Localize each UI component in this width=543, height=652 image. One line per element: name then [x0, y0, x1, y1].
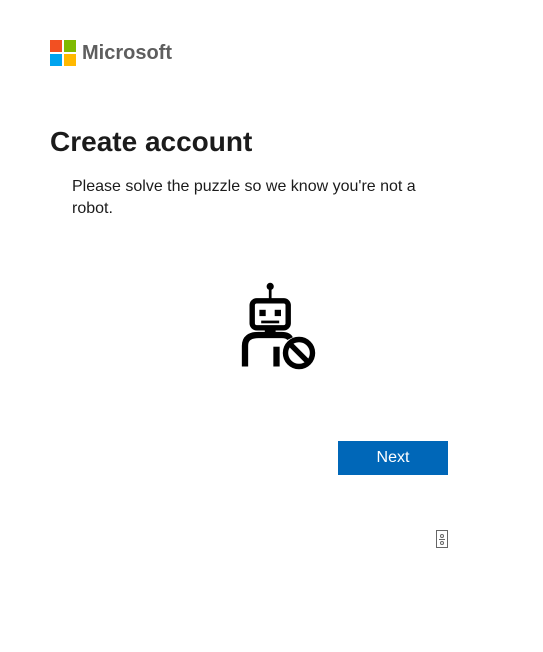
microsoft-logo-icon — [50, 40, 76, 66]
captcha-illustration — [50, 281, 493, 371]
next-button[interactable]: Next — [338, 441, 448, 475]
brand-header: Microsoft — [50, 40, 493, 66]
brand-name: Microsoft — [82, 42, 172, 65]
audio-challenge-button[interactable] — [436, 530, 448, 548]
audio-challenge-icon — [436, 530, 448, 548]
page-subtitle: Please solve the puzzle so we know you'r… — [72, 176, 432, 221]
page-title: Create account — [50, 126, 493, 158]
robot-blocked-icon — [227, 281, 317, 371]
